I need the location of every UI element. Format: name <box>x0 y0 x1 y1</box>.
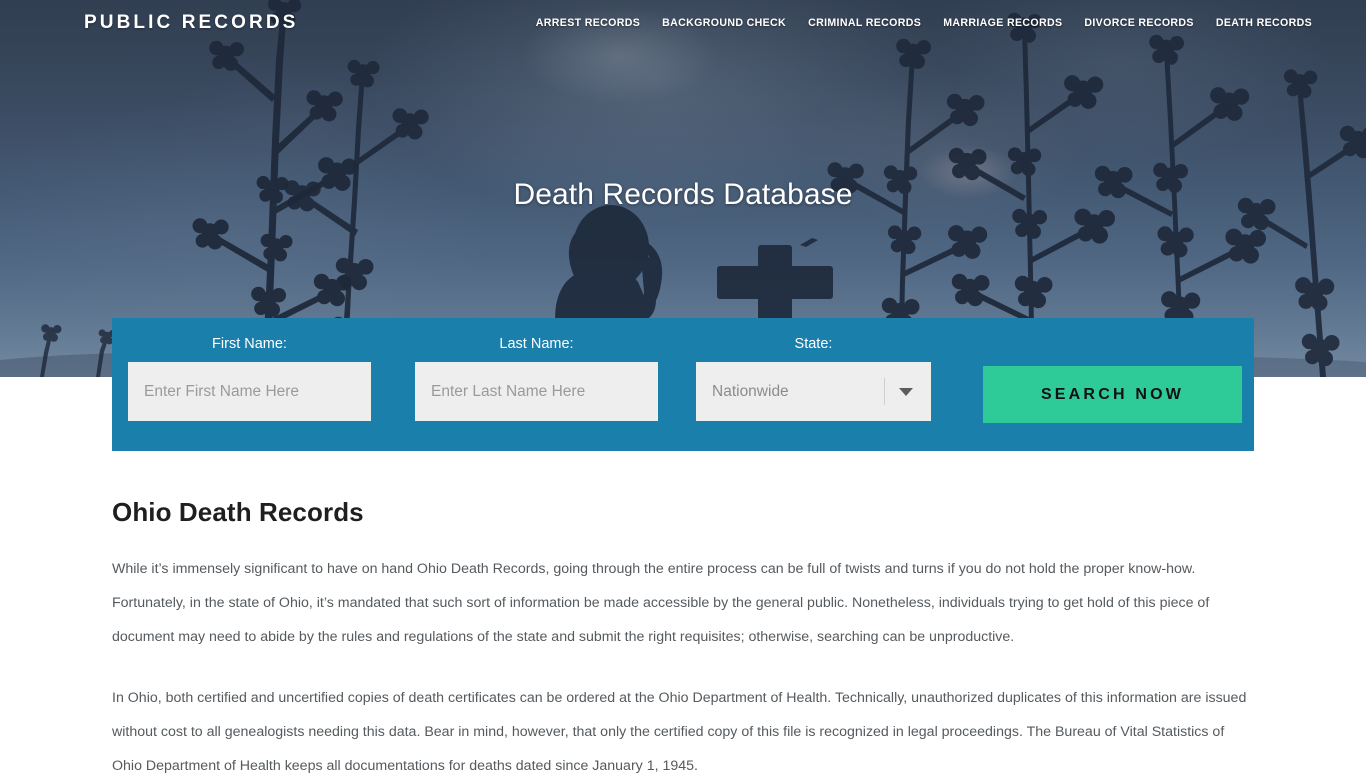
site-header: PUBLIC RECORDS ARREST RECORDS BACKGROUND… <box>0 0 1366 45</box>
nav-divorce-records[interactable]: DIVORCE RECORDS <box>1084 17 1193 29</box>
nav-criminal-records[interactable]: CRIMINAL RECORDS <box>808 17 921 29</box>
intro-paragraph-1: While it’s immensely significant to have… <box>112 561 1210 645</box>
nav-arrest-records[interactable]: ARREST RECORDS <box>536 17 640 29</box>
first-name-field-group: First Name: <box>128 336 371 421</box>
chevron-down-icon <box>899 388 913 396</box>
last-name-input[interactable] <box>415 362 658 421</box>
first-name-input[interactable] <box>128 362 371 421</box>
last-name-label: Last Name: <box>499 336 574 352</box>
first-name-label: First Name: <box>212 336 287 352</box>
nav-death-records[interactable]: DEATH RECORDS <box>1216 17 1312 29</box>
last-name-field-group: Last Name: <box>415 336 658 421</box>
state-select-value: Nationwide <box>712 382 789 400</box>
main-navigation: ARREST RECORDS BACKGROUND CHECK CRIMINAL… <box>536 17 1312 29</box>
search-now-button[interactable]: SEARCH NOW <box>983 366 1242 423</box>
page-title: Ohio Death Records <box>112 497 364 527</box>
main-content: Ohio Death Records While it’s immensely … <box>0 451 1366 783</box>
nav-marriage-records[interactable]: MARRIAGE RECORDS <box>943 17 1062 29</box>
hero-title: Death Records Database <box>513 178 853 211</box>
state-select-divider <box>884 378 885 405</box>
state-select[interactable]: Nationwide <box>696 362 931 421</box>
site-logo[interactable]: PUBLIC RECORDS <box>84 12 298 34</box>
state-label: State: <box>794 336 833 352</box>
state-field-group: State: Nationwide <box>696 336 931 421</box>
nav-background-check[interactable]: BACKGROUND CHECK <box>662 17 786 29</box>
